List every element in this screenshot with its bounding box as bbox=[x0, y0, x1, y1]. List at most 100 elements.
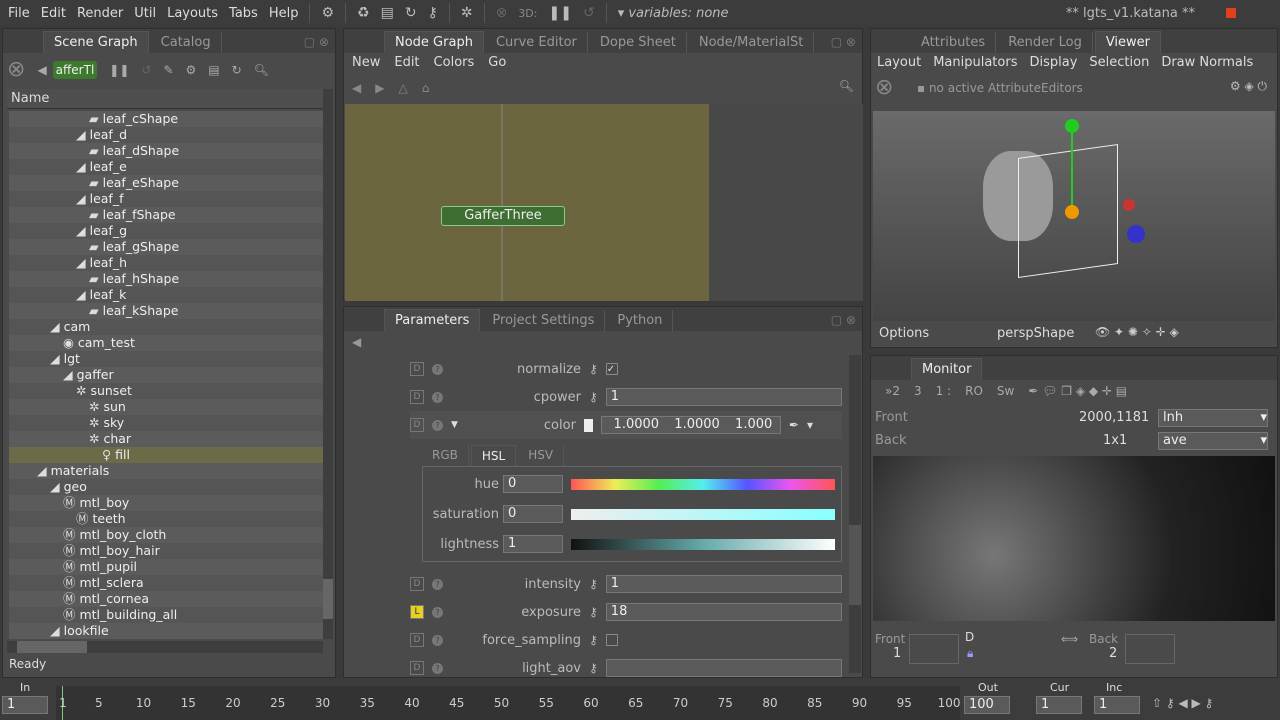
key-icon[interactable]: ⚷ bbox=[589, 577, 598, 591]
tree-item[interactable]: ◢ leaf_h bbox=[9, 255, 323, 271]
tab-node-graph[interactable]: Node Graph bbox=[384, 31, 484, 53]
render-stop-icon[interactable] bbox=[1226, 8, 1236, 18]
clapper-icon[interactable]: ▤ bbox=[208, 63, 219, 77]
default-flag[interactable]: L bbox=[410, 605, 424, 619]
viewer-bottom-icons[interactable]: 👁︎ ✦ ✺ ✧ ✛ ◈ bbox=[1095, 325, 1179, 339]
tree-item[interactable]: ▰ leaf_eShape bbox=[9, 175, 323, 191]
lock-icon[interactable]: 🔒︎ bbox=[967, 646, 973, 661]
menu-render[interactable]: Render bbox=[77, 6, 123, 21]
swipe-button[interactable]: Sw bbox=[997, 384, 1014, 398]
tree-item[interactable]: ✲ sun bbox=[9, 399, 323, 415]
vertical-scrollbar[interactable] bbox=[323, 89, 333, 639]
key-icon[interactable]: ⚷ bbox=[589, 661, 598, 675]
inc-field[interactable]: 1 bbox=[1094, 696, 1140, 714]
render-icon[interactable]: ↻ bbox=[405, 5, 417, 21]
chevron-down-icon[interactable]: ▾ bbox=[807, 418, 813, 432]
tree-item[interactable]: ◢ leaf_f bbox=[9, 191, 323, 207]
param-field[interactable]: 18 bbox=[605, 603, 842, 621]
key-icon[interactable]: ⚷ bbox=[589, 362, 598, 376]
panel-close-icon[interactable]: ▢ ⊗ bbox=[831, 313, 856, 327]
menu-display[interactable]: Display bbox=[1029, 55, 1077, 70]
help-icon[interactable]: ? bbox=[432, 578, 443, 590]
help-icon[interactable]: ? bbox=[432, 662, 443, 674]
tree-item[interactable]: ◢ leaf_k bbox=[9, 287, 323, 303]
tree-item[interactable]: ▰ leaf_dShape bbox=[9, 143, 323, 159]
tree-item[interactable]: Ⓜ mtl_boy_cloth bbox=[9, 527, 323, 543]
options-button[interactable]: Options bbox=[879, 326, 929, 341]
cur-field[interactable]: 1 bbox=[1036, 696, 1082, 714]
tree-item[interactable]: ▰ leaf_kShape bbox=[9, 303, 323, 319]
menu-edit[interactable]: Edit bbox=[41, 6, 66, 21]
default-flag[interactable]: D bbox=[410, 577, 424, 591]
tab-curve-editor[interactable]: Curve Editor bbox=[486, 32, 588, 53]
clapper-icon[interactable]: ▤ bbox=[381, 5, 394, 21]
default-flag[interactable]: D bbox=[410, 633, 424, 647]
tree-item[interactable]: Ⓜ mtl_boy_hair bbox=[9, 543, 323, 559]
in-field[interactable]: 1 bbox=[2, 696, 48, 714]
monitor-tool-icons[interactable]: ✒ 💬︎ ❐ ◈ ◆ ✛ ▤ bbox=[1028, 384, 1127, 398]
help-icon[interactable]: ? bbox=[432, 391, 443, 403]
roi-button[interactable]: RO bbox=[965, 384, 983, 398]
tree-item[interactable]: ◉ cam_test bbox=[9, 335, 323, 351]
tree-item[interactable]: ▰ leaf_hShape bbox=[9, 271, 323, 287]
hsl-field[interactable]: 0 bbox=[503, 505, 563, 523]
expand-icon[interactable]: ▼ bbox=[451, 420, 458, 430]
camera-selector[interactable]: perspShape bbox=[997, 326, 1074, 341]
tree-item[interactable]: Ⓜ mtl_sclera bbox=[9, 575, 323, 591]
tab-project-settings[interactable]: Project Settings bbox=[482, 310, 606, 331]
recycle-icon[interactable]: ♻ bbox=[357, 5, 370, 21]
color-swatch[interactable] bbox=[583, 418, 593, 432]
back-icon[interactable]: ◀ bbox=[37, 63, 46, 77]
eyedropper-icon[interactable]: ✒ bbox=[789, 418, 799, 432]
node-graph-canvas[interactable]: GafferThree bbox=[345, 104, 709, 301]
tab-catalog[interactable]: Catalog bbox=[151, 32, 222, 53]
front-thumbnail[interactable] bbox=[909, 634, 959, 664]
menu-layouts[interactable]: Layouts bbox=[167, 6, 218, 21]
tree-item[interactable]: Ⓜ mtl_pupil bbox=[9, 559, 323, 575]
view-node-button[interactable]: afferTl bbox=[52, 60, 98, 79]
help-icon[interactable]: ? bbox=[432, 634, 443, 646]
tab-python[interactable]: Python bbox=[607, 310, 674, 331]
tree-item[interactable]: ◢ lookfile bbox=[9, 623, 323, 639]
refresh-icon[interactable]: ↺ bbox=[583, 5, 595, 21]
param-field[interactable]: 1 bbox=[605, 388, 842, 406]
tree-item[interactable]: ◢ leaf_g bbox=[9, 223, 323, 239]
search-icon[interactable]: 🔍︎ bbox=[839, 79, 854, 93]
menu-help[interactable]: Help bbox=[269, 6, 299, 21]
menu-edit[interactable]: Edit bbox=[394, 55, 419, 70]
menu-manipulators[interactable]: Manipulators bbox=[933, 55, 1017, 70]
tree-item[interactable]: ♀ fill bbox=[9, 447, 323, 463]
param-field[interactable] bbox=[605, 659, 842, 677]
swap-icon[interactable]: ⟺ bbox=[1061, 632, 1078, 646]
tab-monitor[interactable]: Monitor bbox=[911, 358, 983, 380]
tab-render-log[interactable]: Render Log bbox=[998, 32, 1093, 53]
timeline-slider[interactable]: 1 5 10 15 20 25 30 35 40 45 50 55 60 65 70 75 80 85 90 95 10… bbox=[56, 686, 961, 720]
back-dropdown[interactable]: ave ▾ bbox=[1158, 432, 1268, 450]
tree-item[interactable]: ▰ leaf_fShape bbox=[9, 207, 323, 223]
pause-icon[interactable]: ❚❚ bbox=[109, 63, 129, 77]
tree-item[interactable]: ▰ leaf_cShape bbox=[9, 111, 323, 127]
tree-item[interactable]: Ⓜ mtl_cornea bbox=[9, 591, 323, 607]
color-tab[interactable]: RGB bbox=[422, 445, 469, 466]
variables-dropdown[interactable]: ▾ variables: none bbox=[618, 6, 729, 21]
tree-item[interactable]: ◢ leaf_d bbox=[9, 127, 323, 143]
front-dropdown[interactable]: lnh ▾ bbox=[1158, 409, 1268, 427]
tree-item[interactable]: Ⓜ mtl_building_all bbox=[9, 607, 323, 623]
tab-viewer[interactable]: Viewer bbox=[1094, 31, 1162, 53]
hsl-field[interactable]: 1 bbox=[503, 535, 563, 553]
menu-colors[interactable]: Colors bbox=[434, 55, 475, 70]
cancel-icon[interactable]: ⊗ bbox=[875, 75, 893, 100]
buffer-2-button[interactable]: »2 bbox=[885, 384, 900, 398]
buffer-3-button[interactable]: 3 bbox=[914, 384, 922, 398]
menu-file[interactable]: File bbox=[8, 6, 30, 21]
refresh-icon[interactable]: ↺ bbox=[141, 63, 151, 77]
tree-item[interactable]: ◢ gaffer bbox=[9, 367, 323, 383]
key-icon[interactable]: ⚷ bbox=[589, 605, 598, 619]
default-flag[interactable]: D bbox=[410, 418, 424, 432]
tab-attributes[interactable]: Attributes bbox=[911, 32, 997, 53]
forward-icon[interactable]: ▶ bbox=[375, 81, 384, 95]
tree-item[interactable]: ▰ leaf_gShape bbox=[9, 239, 323, 255]
param-checkbox[interactable] bbox=[605, 634, 618, 646]
network-icon[interactable]: ✲ bbox=[461, 5, 473, 21]
name-column-header[interactable]: Name bbox=[7, 89, 325, 109]
